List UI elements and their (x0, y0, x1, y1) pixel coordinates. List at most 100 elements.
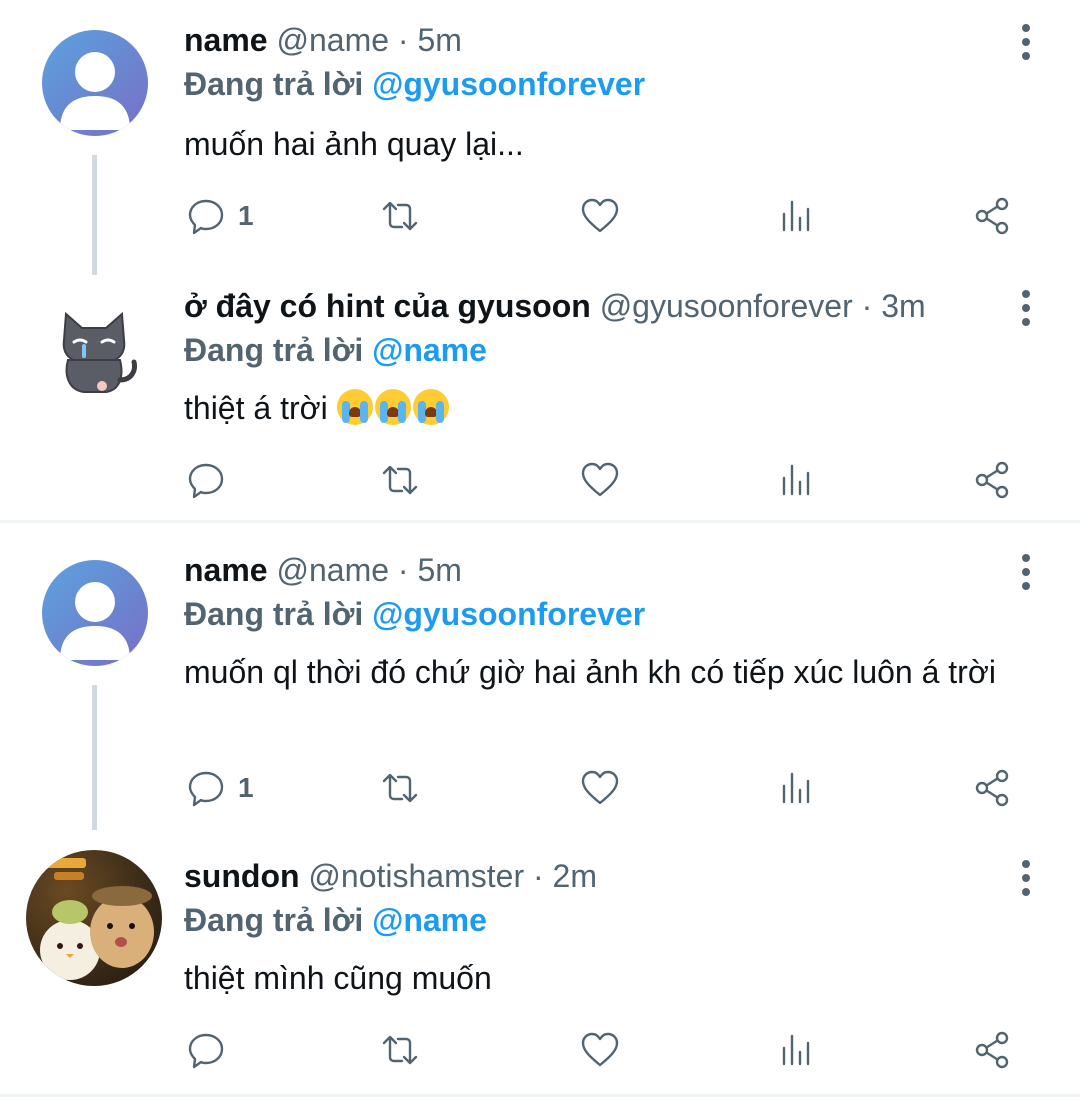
reply-button[interactable] (186, 458, 226, 502)
tweet-text: muốn hai ảnh quay lại... (184, 126, 524, 162)
tweet-text: muốn ql thời đó chứ giờ hai ảnh kh có ti… (184, 654, 996, 690)
retweet-icon (382, 201, 418, 231)
share-icon (975, 197, 1009, 235)
avatar[interactable] (26, 850, 162, 986)
reply-icon (188, 771, 224, 807)
share-icon (975, 1031, 1009, 1069)
separator-dot: · (532, 858, 544, 894)
replying-to: Đang trả lời @name (184, 900, 487, 940)
default-avatar-icon (60, 582, 130, 660)
retweet-button[interactable] (380, 766, 420, 810)
crying-emoji-icon (336, 389, 451, 426)
like-button[interactable] (580, 1028, 620, 1072)
hamster-photo-icon (40, 858, 154, 980)
more-icon[interactable] (1022, 860, 1032, 902)
avatar[interactable] (44, 302, 144, 402)
retweet-icon (382, 773, 418, 803)
action-bar: 1 (184, 766, 1034, 810)
retweet-button[interactable] (380, 1028, 420, 1072)
stats-icon (782, 1034, 810, 1066)
more-icon[interactable] (1022, 554, 1032, 596)
mention-link[interactable]: @gyusoonforever (372, 66, 645, 102)
display-name[interactable]: name (184, 552, 268, 588)
mention-link[interactable]: @name (372, 332, 487, 368)
divider (0, 1094, 1080, 1097)
tweet[interactable]: name @name · 5m Đang trả lời @gyusoonfor… (0, 528, 1080, 830)
reply-prefix: Đang trả lời (184, 66, 364, 102)
tweet[interactable]: name @name · 5m Đang trả lời @gyusoonfor… (0, 0, 1080, 280)
more-icon[interactable] (1022, 24, 1032, 66)
reply-button[interactable]: 1 (186, 766, 254, 810)
reply-icon (188, 199, 224, 235)
replying-to: Đang trả lời @name (184, 330, 487, 370)
reply-count: 1 (238, 200, 254, 231)
user-handle[interactable]: @gyusoonforever (600, 288, 853, 324)
default-avatar-icon (60, 52, 130, 130)
user-handle[interactable]: @name (276, 22, 389, 58)
heart-icon (581, 198, 619, 233)
display-name[interactable]: ở đây có hint của gyusoon (184, 288, 591, 324)
avatar[interactable] (42, 560, 148, 666)
avatar[interactable] (42, 30, 148, 136)
stats-icon (782, 464, 810, 496)
reply-prefix: Đang trả lời (184, 332, 364, 368)
tweet[interactable]: sundon @notishamster · 2m Đang trả lời @… (0, 830, 1080, 1092)
tweet[interactable]: ở đây có hint của gyusoon @gyusoonforeve… (0, 280, 1080, 522)
retweet-icon (382, 465, 418, 495)
display-name[interactable]: name (184, 22, 268, 58)
heart-icon (581, 770, 619, 805)
mention-link[interactable]: @gyusoonforever (372, 596, 645, 632)
heart-icon (581, 462, 619, 497)
tweet-header: name @name · 5m (184, 20, 462, 60)
stats-button[interactable] (776, 766, 816, 810)
timestamp[interactable]: 5m (417, 22, 461, 58)
cat-avatar-icon (62, 311, 137, 393)
display-name[interactable]: sundon (184, 858, 300, 894)
separator-dot: · (397, 552, 409, 588)
separator-dot: · (397, 22, 409, 58)
retweet-icon (382, 1035, 418, 1065)
share-button[interactable] (972, 1028, 1012, 1072)
replying-to: Đang trả lời @gyusoonforever (184, 594, 645, 634)
action-bar (184, 1028, 1034, 1072)
timestamp[interactable]: 5m (417, 552, 461, 588)
reply-icon (188, 463, 224, 499)
like-button[interactable] (580, 458, 620, 502)
thread-line (92, 155, 97, 275)
tweet-text: thiệt á trời (184, 390, 328, 426)
more-icon[interactable] (1022, 290, 1032, 332)
reply-button[interactable] (186, 1028, 226, 1072)
tweet-header: name @name · 5m (184, 550, 462, 590)
tweet-text-container: thiệt á trời (184, 386, 1044, 430)
divider (0, 520, 1080, 523)
stats-button[interactable] (776, 194, 816, 238)
replying-to: Đang trả lời @gyusoonforever (184, 64, 645, 104)
thread-line (92, 685, 97, 830)
share-button[interactable] (972, 766, 1012, 810)
reply-button[interactable]: 1 (186, 194, 254, 238)
share-button[interactable] (972, 194, 1012, 238)
stats-icon (782, 200, 810, 232)
retweet-button[interactable] (380, 194, 420, 238)
tweet-text: thiệt mình cũng muốn (184, 960, 492, 996)
user-handle[interactable]: @notishamster (308, 858, 524, 894)
separator-dot: · (861, 288, 873, 324)
stats-button[interactable] (776, 458, 816, 502)
share-button[interactable] (972, 458, 1012, 502)
timestamp[interactable]: 3m (881, 288, 925, 324)
stats-button[interactable] (776, 1028, 816, 1072)
action-bar: 1 (184, 194, 1034, 238)
reply-prefix: Đang trả lời (184, 596, 364, 632)
user-handle[interactable]: @name (276, 552, 389, 588)
like-button[interactable] (580, 194, 620, 238)
share-icon (975, 461, 1009, 499)
tweet-header: ở đây có hint của gyusoon @gyusoonforeve… (184, 286, 926, 326)
reply-icon (188, 1033, 224, 1069)
like-button[interactable] (580, 766, 620, 810)
timestamp[interactable]: 2m (553, 858, 597, 894)
mention-link[interactable]: @name (372, 902, 487, 938)
tweet-header: sundon @notishamster · 2m (184, 856, 597, 896)
heart-icon (581, 1032, 619, 1067)
share-icon (975, 769, 1009, 807)
retweet-button[interactable] (380, 458, 420, 502)
